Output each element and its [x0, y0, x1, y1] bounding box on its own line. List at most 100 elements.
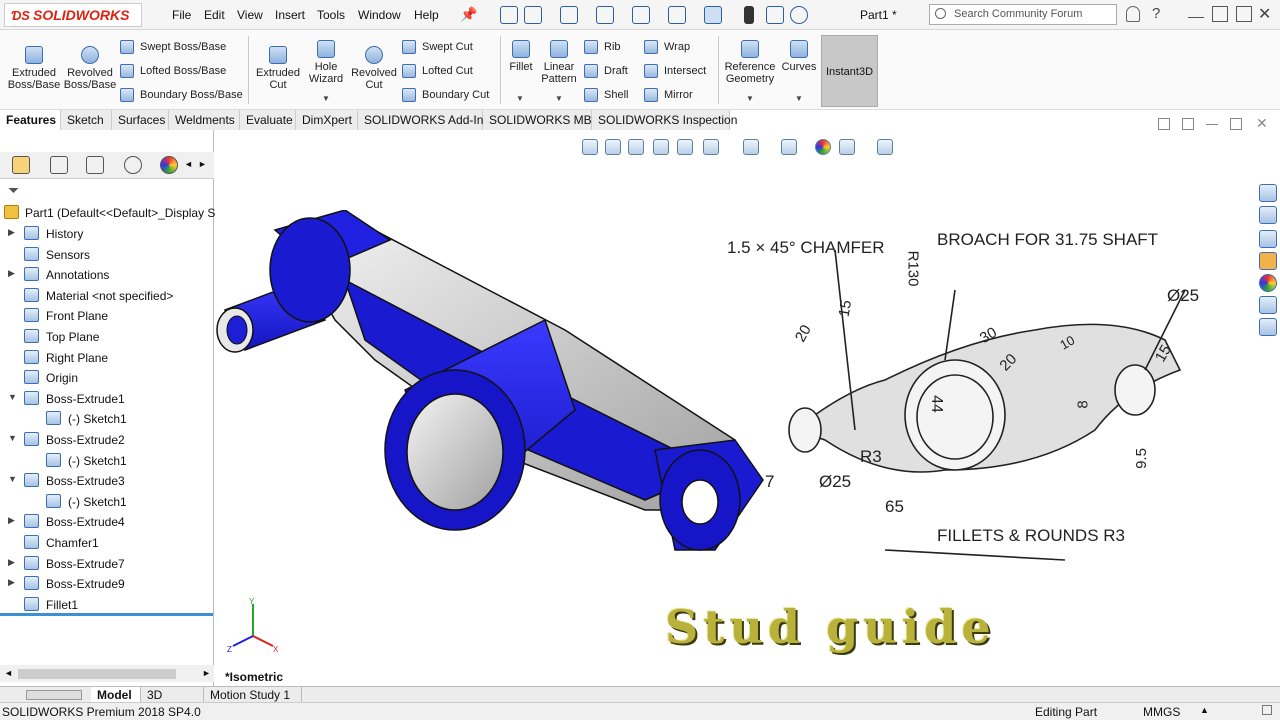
zoom-to-area-icon[interactable]	[605, 139, 621, 155]
menu-edit[interactable]: Edit	[204, 8, 225, 22]
tab-navigation-arrows-icon[interactable]	[26, 690, 82, 700]
expand-arrow-icon[interactable]: ▶	[8, 557, 15, 568]
units-dropdown-icon[interactable]: ▲	[1200, 705, 1209, 715]
tab-motion-study[interactable]: Motion Study 1	[204, 687, 302, 703]
design-library-icon[interactable]	[1259, 206, 1277, 224]
tree-item[interactable]: (-) Sketch1	[0, 492, 210, 512]
print-icon[interactable]	[632, 6, 650, 24]
scroll-left-icon[interactable]: ◄	[4, 668, 13, 678]
intersect-button[interactable]: Intersect	[644, 64, 706, 78]
expand-arrow-icon[interactable]: ▶	[8, 227, 15, 238]
scroll-right-icon[interactable]: ►	[202, 668, 211, 678]
tree-root-part[interactable]: Part1 (Default<<Default>_Display Sta	[4, 203, 225, 223]
tree-item[interactable]: Origin	[0, 368, 210, 388]
display-manager-tab-icon[interactable]	[160, 156, 178, 174]
view-settings-icon[interactable]	[877, 139, 893, 155]
viewport-collapse-icon[interactable]	[1158, 118, 1170, 130]
close-icon[interactable]: ✕	[1258, 4, 1271, 24]
reference-geometry-dropdown-icon[interactable]: ▼	[746, 94, 754, 103]
doc-close-icon[interactable]: ✕	[1256, 115, 1268, 132]
pattern-dropdown-icon[interactable]: ▼	[555, 94, 563, 103]
extruded-cut-button[interactable]: Extruded Cut	[252, 46, 304, 91]
revolved-boss-button[interactable]: Revolved Boss/Base	[62, 46, 118, 91]
tree-item[interactable]: Chamfer1	[0, 533, 210, 553]
boundary-boss-button[interactable]: Boundary Boss/Base	[120, 88, 243, 102]
curves-button[interactable]: Curves	[780, 40, 818, 73]
search-input[interactable]: Search Community Forum	[929, 4, 1117, 25]
part-model-3d[interactable]	[215, 210, 775, 570]
viewport-expand-icon[interactable]	[1182, 118, 1194, 130]
previous-view-icon[interactable]	[628, 139, 644, 155]
tree-item[interactable]: ▼ Boss-Extrude2	[0, 430, 210, 450]
property-manager-tab-icon[interactable]	[50, 156, 68, 174]
tab-addins[interactable]: SOLIDWORKS Add-Ins	[358, 110, 489, 130]
extruded-boss-button[interactable]: Extruded Boss/Base	[6, 46, 62, 91]
file-properties-icon[interactable]	[766, 6, 784, 24]
tab-weldments[interactable]: Weldments	[169, 110, 240, 130]
tree-item[interactable]: Front Plane	[0, 306, 210, 326]
tree-item[interactable]: Material <not specified>	[0, 286, 210, 306]
collapse-arrow-icon[interactable]: ▼	[8, 392, 17, 402]
hide-show-items-icon[interactable]	[781, 139, 797, 155]
maximize-icon[interactable]	[1236, 6, 1252, 22]
save-icon[interactable]	[596, 6, 614, 24]
user-icon[interactable]	[1126, 6, 1140, 22]
tab-features[interactable]: Features	[0, 110, 61, 130]
custom-properties-icon[interactable]	[1259, 296, 1277, 314]
tree-item[interactable]: ▶ History	[0, 224, 210, 244]
tree-item[interactable]: Right Plane	[0, 348, 210, 368]
tab-inspection[interactable]: SOLIDWORKS Inspection	[592, 110, 737, 130]
mirror-button[interactable]: Mirror	[644, 88, 693, 102]
lofted-cut-button[interactable]: Lofted Cut	[402, 64, 473, 78]
solidworks-resources-icon[interactable]	[1259, 184, 1277, 202]
dimxpert-tab-icon[interactable]	[124, 156, 142, 174]
tab-3d-views[interactable]: 3D Views	[141, 687, 204, 716]
home-icon[interactable]	[500, 6, 518, 24]
edit-appearance-icon[interactable]	[815, 139, 831, 155]
status-help-icon[interactable]	[1262, 705, 1272, 715]
menu-file[interactable]: File	[172, 8, 191, 22]
fillet-button[interactable]: Fillet	[504, 40, 538, 73]
expand-arrow-icon[interactable]: ▶	[8, 515, 15, 526]
tree-item[interactable]: ▶ Boss-Extrude7	[0, 554, 210, 574]
tab-surfaces[interactable]: Surfaces	[112, 110, 169, 130]
collapse-arrow-icon[interactable]: ▼	[8, 474, 17, 484]
draft-button[interactable]: Draft	[584, 64, 628, 78]
instant3d-button[interactable]: Instant3D	[821, 35, 878, 107]
fillet-dropdown-icon[interactable]: ▼	[516, 94, 524, 103]
hole-wizard-button[interactable]: Hole Wizard	[304, 40, 348, 85]
status-units[interactable]: MMGS	[1143, 705, 1180, 719]
expand-arrow-icon[interactable]: ▶	[8, 577, 15, 588]
new-document-icon[interactable]	[524, 6, 542, 24]
minimize-icon[interactable]	[1188, 6, 1204, 18]
rib-button[interactable]: Rib	[584, 40, 621, 54]
open-icon[interactable]	[560, 6, 578, 24]
feature-tree-scrollbar[interactable]: ◄ ►	[0, 665, 214, 682]
apply-scene-icon[interactable]	[839, 139, 855, 155]
tree-item[interactable]: Sensors	[0, 245, 210, 265]
tab-dimxpert[interactable]: DimXpert	[296, 110, 358, 130]
view-palette-icon[interactable]	[1259, 252, 1277, 270]
tab-sketch[interactable]: Sketch	[61, 110, 112, 130]
doc-restore-icon[interactable]	[1230, 118, 1242, 130]
tabs-scroll-right-icon[interactable]: ►	[198, 159, 207, 169]
hole-wizard-dropdown-icon[interactable]: ▼	[322, 94, 330, 103]
tab-model[interactable]: Model	[91, 687, 141, 703]
tab-evaluate[interactable]: Evaluate	[240, 110, 296, 130]
view-orientation-icon[interactable]	[703, 139, 719, 155]
menu-window[interactable]: Window	[358, 8, 401, 22]
feature-tree-tab-icon[interactable]	[12, 156, 30, 174]
tree-item[interactable]: ▼ Boss-Extrude1	[0, 389, 210, 409]
tree-item[interactable]: Fillet1	[0, 595, 210, 615]
collapse-arrow-icon[interactable]: ▼	[8, 433, 17, 443]
doc-minimize-icon[interactable]	[1206, 124, 1218, 125]
solidworks-logo[interactable]: ƊS SOLIDWORKS	[4, 3, 142, 27]
expand-arrow-icon[interactable]: ▶	[8, 268, 15, 279]
appearances-icon[interactable]	[1259, 274, 1277, 292]
tree-item[interactable]: ▶ Boss-Extrude9	[0, 574, 210, 594]
linear-pattern-button[interactable]: Linear Pattern	[538, 40, 580, 85]
options-gear-icon[interactable]	[790, 6, 808, 24]
tabs-scroll-left-icon[interactable]: ◄	[184, 159, 193, 169]
section-view-icon[interactable]	[653, 139, 669, 155]
tree-item[interactable]: ▶ Boss-Extrude4	[0, 512, 210, 532]
